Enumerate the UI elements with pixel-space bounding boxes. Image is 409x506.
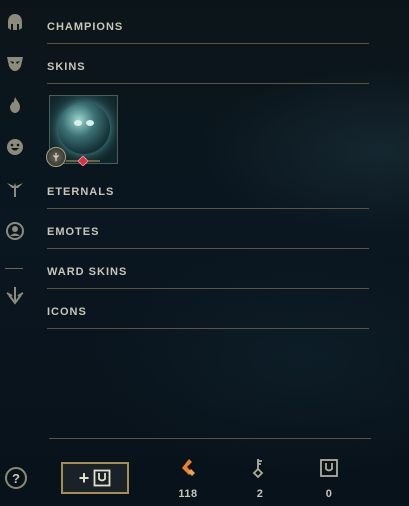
orange-essence-counter: 118 <box>168 458 208 500</box>
skin-art-detail <box>74 120 82 126</box>
emote-face-icon[interactable] <box>4 136 26 158</box>
chest-icon <box>93 469 111 487</box>
add-label: + <box>78 467 90 488</box>
footer-divider <box>49 438 371 439</box>
category-rail <box>0 0 30 330</box>
divider <box>47 288 369 289</box>
orange-essence-icon <box>182 459 195 476</box>
section-champions[interactable]: CHAMPIONS <box>47 17 369 44</box>
section-emotes-label[interactable]: EMOTES <box>47 222 369 242</box>
chroma-badge-icon <box>46 147 66 167</box>
section-icons[interactable]: ICONS <box>47 302 369 329</box>
skin-mask-icon[interactable] <box>4 52 26 74</box>
icons-profile-icon[interactable] <box>4 220 26 242</box>
help-button[interactable]: ? <box>5 467 27 489</box>
orange-essence-value: 118 <box>178 488 198 500</box>
skin-art-detail <box>86 120 94 126</box>
eternals-flame-icon[interactable] <box>4 94 26 116</box>
add-chest-button[interactable]: + <box>61 462 129 494</box>
section-skins-label[interactable]: SKINS <box>47 57 369 77</box>
ward-totem-icon[interactable] <box>4 178 26 200</box>
loot-arrow-icon[interactable] <box>4 284 26 306</box>
rail-divider <box>5 268 23 269</box>
rarity-gem-icon <box>66 156 100 166</box>
key-fragment-icon <box>252 459 264 478</box>
keys-value: 2 <box>256 488 264 500</box>
section-emotes[interactable]: EMOTES <box>47 222 369 249</box>
section-eternals-label[interactable]: ETERNALS <box>47 182 369 202</box>
divider <box>47 83 369 84</box>
section-icons-label[interactable]: ICONS <box>47 302 369 322</box>
divider <box>47 43 369 44</box>
section-skins[interactable]: SKINS <box>47 57 369 84</box>
divider <box>47 328 369 329</box>
keys-counter: 2 <box>240 458 280 500</box>
section-eternals[interactable]: ETERNALS <box>47 182 369 209</box>
loot-inventory-panel: CHAMPIONS SKINS ETERNALS EMOTES WARD SKI… <box>0 0 409 506</box>
chests-value: 0 <box>325 488 333 500</box>
divider <box>47 208 369 209</box>
chest-icon <box>320 459 338 477</box>
section-champions-label[interactable]: CHAMPIONS <box>47 17 369 37</box>
champion-helmet-icon[interactable] <box>4 11 26 33</box>
chests-counter: 0 <box>309 458 349 500</box>
divider <box>47 248 369 249</box>
section-ward-skins-label[interactable]: WARD SKINS <box>47 262 369 282</box>
section-ward-skins[interactable]: WARD SKINS <box>47 262 369 289</box>
skin-art <box>58 102 110 154</box>
